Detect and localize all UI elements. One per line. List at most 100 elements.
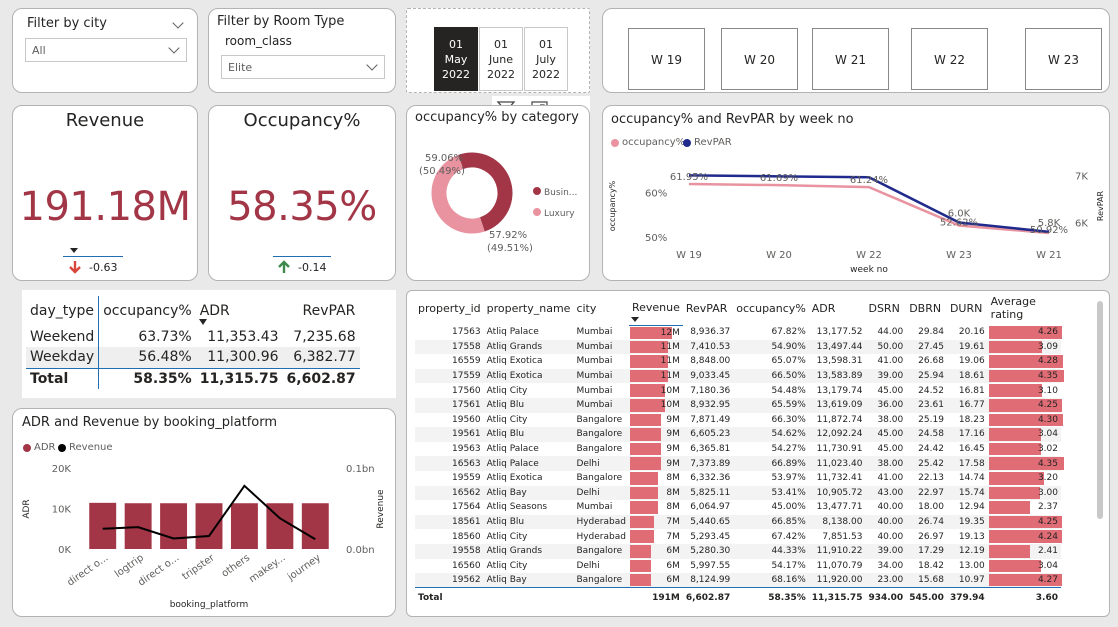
cell: Delhi xyxy=(573,456,629,471)
cell: 4.27 xyxy=(987,573,1063,588)
donut-title: occupancy% by category xyxy=(415,110,579,125)
donut-legend-luxury: Luxury xyxy=(544,209,575,219)
cell: 15.74 xyxy=(946,485,988,501)
col-city[interactable]: city xyxy=(573,291,629,325)
table-row[interactable]: 19561 Atliq Blu Bangalore 9M 6,605.23 54.62% 1… xyxy=(415,427,1061,442)
cell-value: 4.35 xyxy=(1037,371,1058,382)
table-scrollbar[interactable] xyxy=(1097,301,1103,519)
col-average-rating[interactable]: Average rating xyxy=(988,291,1061,325)
cell: 4.25 xyxy=(987,397,1063,413)
col-day-type[interactable]: day_type xyxy=(26,296,100,326)
table-row[interactable]: 18561 Atliq Blu Hyderabad 7M 5,440.65 66.85% 8… xyxy=(415,514,1063,530)
col-dbrn[interactable]: DBRN xyxy=(906,291,947,325)
month-year: 2022 xyxy=(487,68,515,81)
cell: 4.30 xyxy=(988,413,1063,428)
col-occupancy[interactable]: occupancy% xyxy=(99,296,196,326)
cell: 7M xyxy=(628,514,683,530)
cell: 44.00 xyxy=(877,327,904,338)
cell: 18.42 xyxy=(918,560,944,571)
week-tile-21[interactable]: W 21 xyxy=(812,28,889,90)
cell: 20.16 xyxy=(958,327,985,338)
table-row[interactable]: 18560 Atliq City Hyderabad 7M 5,293.45 67.42%… xyxy=(415,529,1062,544)
cell: 26.68 xyxy=(918,356,944,367)
table-row[interactable]: 19560 Atliq City Bangalore 9M 7,871.49 66.30%… xyxy=(415,413,1063,428)
table-row[interactable]: 16562 Atliq Bay Delhi 8M 5,825.11 53.41% 10,90… xyxy=(415,485,1061,501)
donut-chart: 59.06% (50.49%) 57.92% (49.51%) Busin...… xyxy=(419,152,577,254)
week-tile-20[interactable]: W 20 xyxy=(721,28,798,90)
table-row: Weekday 56.48% 11,300.96 6,382.77 xyxy=(26,347,360,368)
cell: 11,300.96 xyxy=(207,349,279,366)
week-tile-19[interactable]: W 19 xyxy=(628,28,705,90)
cell-value: 9M xyxy=(666,429,680,440)
cell: 65.59% xyxy=(733,397,809,413)
y-right-tick: 7K xyxy=(1075,171,1088,182)
cell-value: 11M xyxy=(660,371,680,382)
table-row[interactable]: 17564 Atliq Seasons Mumbai 8M 6,064.97 45.00%… xyxy=(415,500,1061,515)
table-row[interactable]: 17559 Atliq Exotica Mumbai 11M 9,033.45 66.50… xyxy=(415,368,1064,384)
cell: 26.74 xyxy=(906,514,947,530)
cell: Mumbai xyxy=(573,339,629,355)
cell: 2.41 xyxy=(987,543,1061,559)
cell: Atliq City xyxy=(486,560,528,571)
week-tile-22[interactable]: W 22 xyxy=(911,28,988,90)
col-occupancy-[interactable]: occupancy% xyxy=(733,291,809,325)
table-row[interactable]: 16559 Atliq Exotica Mumbai 11M 8,848.00 65.07… xyxy=(415,354,1063,369)
combo-chart: 20K 10K 0K 0.1bn 0.0bn ADR Revenue booking_plat… xyxy=(22,464,386,610)
table-row[interactable]: 19558 Atliq Grands Bangalore 6M 5,280.30 44.3… xyxy=(415,543,1061,559)
col-property-name[interactable]: property_name xyxy=(484,291,574,325)
donut-sublabel-luxury: (49.51%) xyxy=(487,243,533,254)
table-row[interactable]: 19562 Atliq Bay Bangalore 6M 8,124.99 68.16% 1… xyxy=(415,573,1063,588)
room-type-dropdown[interactable]: Elite xyxy=(221,55,385,79)
table-row[interactable]: 17560 Atliq City Mumbai 10M 7,180.36 54.48% 13… xyxy=(415,383,1061,398)
cell-value: 4.35 xyxy=(1037,458,1058,469)
cell: 8,124.99 xyxy=(682,573,734,588)
cell: 11,732.41 xyxy=(816,473,863,484)
sort-desc-icon xyxy=(198,319,207,325)
table-row[interactable]: 17563 Atliq Palace Mumbai 12M 8,936.37 67.82%… xyxy=(415,325,1063,340)
donut-card: occupancy% by category 59.06% (50.49%) 5… xyxy=(406,105,590,281)
cell: Weekday xyxy=(26,347,100,368)
table-row[interactable]: 16560 Atliq City Delhi 6M 5,997.55 54.17% 11,0… xyxy=(415,559,1061,574)
cell-value: 4.25 xyxy=(1037,400,1058,411)
month-tile-june[interactable]: 01 June 2022 xyxy=(479,27,523,91)
cell-value: 2.41 xyxy=(1037,546,1058,557)
col-adr[interactable]: ADR xyxy=(809,291,866,325)
col-property-id[interactable]: property_id xyxy=(415,291,484,325)
occupancy-data-label: 61.95% xyxy=(670,172,708,183)
cell: 53.97% xyxy=(771,473,806,484)
table-row[interactable]: 17561 Atliq Blu Mumbai 10M 8,932.95 65.59% 13,… xyxy=(415,397,1063,413)
cell-value: 2.37 xyxy=(1037,502,1058,513)
cell: 65.07% xyxy=(771,356,806,367)
cell: 11,070.79 xyxy=(816,560,863,571)
col-dsrn[interactable]: DSRN xyxy=(865,291,906,325)
cell: 19561 xyxy=(415,427,484,442)
x-tick-label: tripster xyxy=(180,552,217,582)
table-row[interactable]: 17558 Atliq Grands Mumbai 11M 7,410.53 54.90%… xyxy=(415,339,1061,355)
week-tile-23[interactable]: W 23 xyxy=(1025,28,1102,90)
cell: 6M xyxy=(628,573,683,588)
cell: Mumbai xyxy=(576,356,613,367)
month-tile-may[interactable]: 01 May 2022 xyxy=(434,27,478,91)
cell: 17564 xyxy=(452,502,481,513)
cell: 27.45 xyxy=(906,339,947,355)
table-row[interactable]: 19559 Atliq Exotica Bangalore 8M 6,332.36 53.… xyxy=(415,471,1061,486)
cell-value: 3.10 xyxy=(1037,385,1058,396)
col-adr[interactable]: ADR xyxy=(196,296,283,326)
col-revpar[interactable]: RevPAR xyxy=(283,296,360,326)
cell: 8M xyxy=(629,500,683,515)
cell: 13,619.09 xyxy=(808,397,866,413)
city-dropdown[interactable]: All xyxy=(25,38,187,62)
x-tick-label: W 19 xyxy=(676,250,702,261)
chevron-down-icon[interactable] xyxy=(172,17,184,29)
table-row[interactable]: 19563 Atliq Palace Bangalore 9M 6,365.81 54.2… xyxy=(415,442,1061,457)
col-durn[interactable]: DURN xyxy=(947,291,988,325)
cell: 11M xyxy=(629,354,683,369)
cell: 67.42% xyxy=(771,531,806,542)
month-slicer-card[interactable]: 01 May 2022 01 June 2022 01 July 2022 xyxy=(406,8,590,93)
col-revpar[interactable]: RevPAR xyxy=(683,291,733,325)
adr-bar xyxy=(124,503,152,549)
cell: 9M xyxy=(629,442,683,457)
month-tile-july[interactable]: 01 July 2022 xyxy=(524,27,568,91)
cell: 54.62% xyxy=(733,427,809,442)
table-row[interactable]: 16563 Atliq Palace Delhi 9M 7,373.89 66.89% 11… xyxy=(415,456,1064,471)
